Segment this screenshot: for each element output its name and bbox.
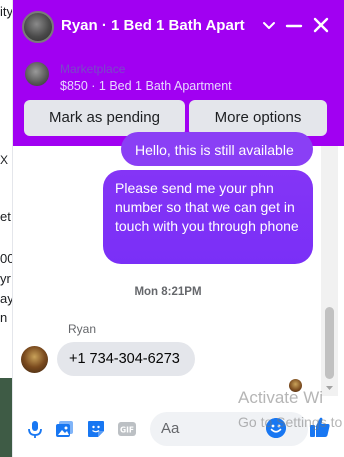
activation-watermark: Activate Wi (238, 388, 324, 407)
outgoing-message: Please send me your phn number so that w… (103, 170, 313, 264)
sticker-icon[interactable] (86, 419, 106, 439)
background-image (0, 378, 12, 457)
message-timestamp: Mon 8:21PM (134, 286, 202, 298)
sender-name: Ryan (68, 322, 97, 336)
message-input-placeholder[interactable]: Aa (161, 420, 179, 437)
scroll-down-arrow-icon[interactable] (325, 384, 334, 392)
close-icon[interactable] (312, 16, 330, 34)
gif-icon[interactable]: GIF (117, 419, 137, 439)
sender-avatar[interactable] (21, 346, 48, 373)
listing-title: $850 · 1 Bed 1 Bath Apartment (60, 79, 232, 93)
chevron-down-icon[interactable] (262, 18, 276, 32)
outgoing-message: Hello, this is still available (121, 132, 313, 166)
message-list: Hello, this is still available Please se… (13, 132, 344, 396)
more-options-button[interactable]: More options (189, 100, 327, 136)
photo-gallery-icon[interactable] (55, 419, 75, 439)
marketplace-label: Marketplace (60, 62, 126, 76)
background-close-icon: X (0, 153, 9, 167)
chat-title[interactable]: Ryan · 1 Bed 1 Bath Apart (61, 17, 261, 34)
marketplace-listing[interactable]: Marketplace $850 · 1 Bed 1 Bath Apartmen… (13, 52, 344, 96)
scrollbar-thumb[interactable] (325, 307, 334, 379)
incoming-message: +1 734-304-6273 (57, 342, 195, 376)
activation-watermark-subtext: Go to Settings to (238, 414, 343, 430)
background-text: et (0, 209, 11, 224)
mark-as-pending-button[interactable]: Mark as pending (24, 100, 185, 136)
minimize-icon[interactable] (285, 17, 303, 35)
background-text: yr (0, 271, 11, 286)
svg-text:GIF: GIF (120, 426, 134, 435)
background-text: n (0, 310, 8, 325)
chat-header: Ryan · 1 Bed 1 Bath Apart Marketplace $8… (13, 0, 344, 146)
microphone-icon[interactable] (25, 419, 45, 439)
contact-avatar[interactable] (22, 11, 54, 43)
listing-thumbnail (25, 62, 49, 86)
